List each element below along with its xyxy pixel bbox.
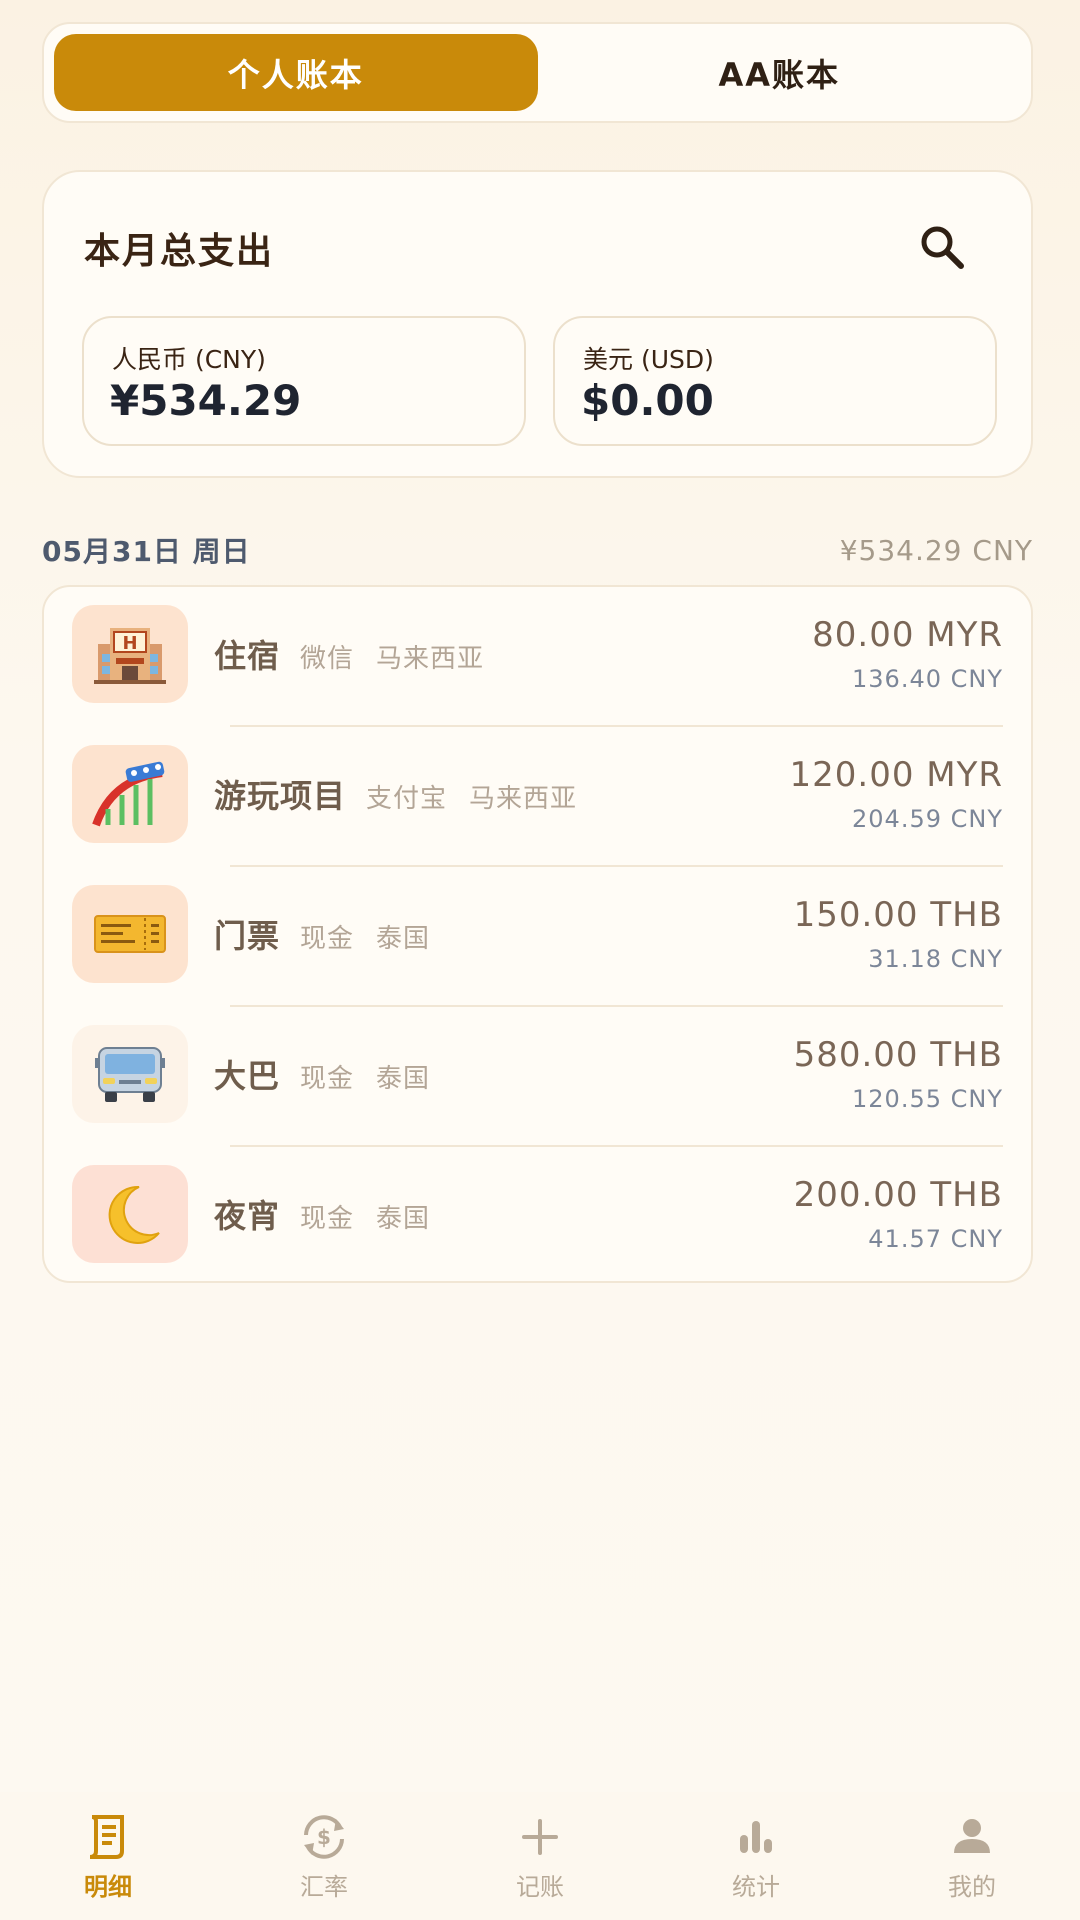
transaction-amount: 200.00 THB [793,1175,1003,1215]
day-header: 05月31日 周日 ¥534.29 CNY [42,530,1033,570]
cny-label: 人民币 (CNY) [112,345,266,374]
usd-value: $0.00 [581,376,714,425]
transaction-payment: 支付宝 [366,784,448,814]
transaction-country: 泰国 [376,924,431,954]
transaction-payment: 现金 [300,1204,355,1234]
user-icon [954,1818,990,1853]
nav-profile[interactable]: 我的 [864,1792,1080,1920]
bus-icon [72,1025,188,1123]
transaction-category: 大巴 [214,1057,281,1095]
tab-personal-ledger[interactable]: 个人账本 [54,34,538,111]
transaction-category: 住宿 [214,637,281,675]
transaction-list: H 住宿 微信 马来西亚 80.00 MYR 136.40 CNY 游玩项目 支… [42,585,1033,1283]
nav-statistics[interactable]: 统计 [648,1792,864,1920]
nav-label: 统计 [732,1872,780,1901]
nav-label: 汇率 [300,1872,348,1901]
roller-coaster-icon [72,745,188,843]
search-icon [921,226,964,269]
transaction-country: 马来西亚 [376,644,485,674]
tab-aa-ledger[interactable]: AA账本 [538,34,1022,111]
transaction-country: 泰国 [376,1064,431,1094]
transaction-info: 游玩项目 支付宝 马来西亚 [214,771,599,817]
transaction-amount: 150.00 THB [793,895,1003,935]
nav-label: 记账 [516,1872,564,1901]
transaction-payment: 微信 [300,644,355,674]
nav-add-record[interactable]: 记账 [432,1792,648,1920]
cny-value: ¥534.29 [110,376,302,425]
transaction-country: 泰国 [376,1204,431,1234]
ticket-icon [72,885,188,983]
transaction-category: 夜宵 [214,1197,281,1235]
nav-label: 我的 [948,1872,996,1901]
transaction-info: 住宿 微信 马来西亚 [214,631,506,677]
transaction-converted: 120.55 CNY [852,1085,1003,1113]
summary-title: 本月总支出 [84,231,275,272]
transaction-country: 马来西亚 [469,784,578,814]
usd-label: 美元 (USD) [583,345,714,374]
nav-label: 明细 [84,1872,132,1901]
transaction-converted: 136.40 CNY [852,665,1003,693]
moon-icon [72,1165,188,1263]
transaction-amount: 80.00 MYR [812,615,1003,655]
transaction-row[interactable]: 游玩项目 支付宝 马来西亚 120.00 MYR 204.59 CNY [44,727,1031,867]
hotel-icon: H [72,605,188,703]
exchange-icon: $ [304,1814,344,1859]
transaction-info: 夜宵 现金 泰国 [214,1191,452,1237]
chart-icon [740,1820,772,1853]
day-total: ¥534.29 CNY [839,533,1033,567]
usd-total-box: 美元 (USD) $0.00 [553,316,997,446]
transaction-payment: 现金 [300,1064,355,1094]
transaction-row[interactable]: 门票 现金 泰国 150.00 THB 31.18 CNY [44,867,1031,1007]
ledger-icon [89,1814,124,1859]
transaction-payment: 现金 [300,924,355,954]
nav-details[interactable]: 明细 [0,1792,216,1920]
transaction-category: 游玩项目 [214,777,347,815]
nav-exchange-rate[interactable]: $ 汇率 [216,1792,432,1920]
transaction-category: 门票 [214,917,281,955]
transaction-row[interactable]: 大巴 现金 泰国 580.00 THB 120.55 CNY [44,1007,1031,1147]
svg-text:$: $ [317,1825,331,1849]
bottom-nav: 明细 $ 汇率 记账 统计 我的 [0,1792,1080,1920]
transaction-converted: 31.18 CNY [868,945,1003,973]
plus-icon [522,1818,558,1855]
ledger-tabs: 个人账本 AA账本 [42,22,1033,123]
transaction-info: 大巴 现金 泰国 [214,1051,452,1097]
transaction-converted: 204.59 CNY [852,805,1003,833]
transaction-row[interactable]: H 住宿 微信 马来西亚 80.00 MYR 136.40 CNY [44,587,1031,727]
transaction-info: 门票 现金 泰国 [214,911,452,957]
search-button[interactable] [917,222,967,272]
monthly-summary-card: 本月总支出 人民币 (CNY) ¥534.29 美元 (USD) $0.00 [42,170,1033,478]
transaction-amount: 120.00 MYR [789,755,1003,795]
svg-text:H: H [122,633,137,654]
transaction-converted: 41.57 CNY [868,1225,1003,1253]
day-date: 05月31日 周日 [42,535,251,568]
transaction-amount: 580.00 THB [793,1035,1003,1075]
cny-total-box: 人民币 (CNY) ¥534.29 [82,316,526,446]
transaction-row[interactable]: 夜宵 现金 泰国 200.00 THB 41.57 CNY [44,1147,1031,1287]
